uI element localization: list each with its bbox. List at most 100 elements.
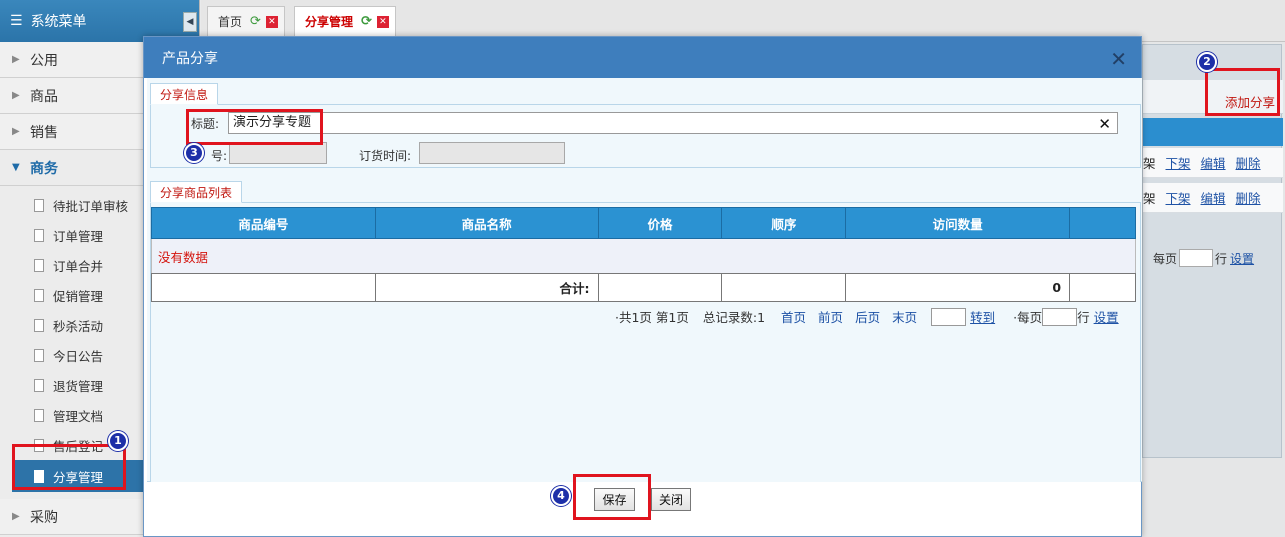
column-header: 价格	[597, 207, 723, 239]
collapse-sidebar-button[interactable]: ◀	[183, 12, 197, 32]
column-header: 商品名称	[374, 207, 599, 239]
pager: ·共1页 第1页 总记录数:1 首页 前页 后页 末页 转到 ·每页 行 设置	[615, 307, 1119, 326]
menu-icon: ☰	[10, 13, 23, 29]
edit-link[interactable]: 编辑	[1201, 188, 1226, 207]
next-page-link[interactable]: 后页	[855, 307, 880, 326]
first-page-link[interactable]: 首页	[781, 307, 806, 326]
section-tab-goods-list: 分享商品列表	[150, 181, 243, 203]
dialog-titlebar: 产品分享 ✕	[144, 37, 1141, 78]
close-label: 关闭	[658, 493, 683, 507]
table-row: 架 下架 编辑 删除	[1143, 183, 1283, 213]
annotation-badge-2: 2	[1197, 52, 1217, 72]
close-button[interactable]: 关闭	[651, 488, 691, 511]
sidebar-item-label: 秒杀活动	[53, 318, 104, 334]
category-label: 销售	[30, 124, 58, 141]
expand-arrow-icon: ▶	[12, 90, 20, 101]
close-icon[interactable]: ✕	[376, 15, 389, 28]
pager-summary: ·共1页 第1页	[615, 310, 689, 325]
background-table-header	[1143, 118, 1283, 146]
table-cell	[151, 273, 376, 302]
table-header-row: 商品编号 商品名称 价格 顺序 访问数量	[151, 207, 1136, 239]
delete-link[interactable]: 删除	[1236, 153, 1261, 172]
settings-link[interactable]: 设置	[1094, 307, 1119, 326]
category-label: 采购	[30, 509, 58, 526]
annotation-box-3	[186, 109, 323, 145]
annotation-badge-4: 4	[551, 486, 571, 506]
order-time-label: 订货时间:	[359, 149, 412, 163]
category-label: 商务	[30, 160, 58, 177]
column-header	[1069, 207, 1136, 239]
table-cell	[597, 273, 723, 302]
sidebar-item-label: 促销管理	[53, 288, 104, 304]
dialog-title: 产品分享	[162, 50, 218, 67]
row-text: 架	[1143, 191, 1156, 206]
background-pager: 每页 行 设置	[1143, 243, 1283, 273]
annotation-box-4	[573, 474, 651, 520]
sidebar-item-label: 今日公告	[53, 348, 104, 364]
tab-home[interactable]: 首页 ⟳ ✕	[207, 6, 285, 36]
annotation-box-1	[12, 444, 126, 490]
table-cell	[1069, 273, 1136, 302]
per-page-label: ·每页	[1013, 310, 1043, 325]
tab-label: 首页	[218, 15, 243, 29]
total-label: 合计:	[374, 273, 599, 302]
expand-arrow-icon: ▶	[12, 511, 20, 522]
column-header: 访问数量	[845, 207, 1071, 239]
document-icon	[34, 408, 44, 422]
document-icon	[34, 198, 44, 212]
pager-records: 总记录数:1	[702, 310, 766, 325]
edit-link[interactable]: 编辑	[1201, 153, 1226, 172]
category-label: 公用	[30, 52, 58, 69]
expand-arrow-icon: ▶	[12, 54, 20, 65]
rows-unit-label: 行	[1215, 251, 1228, 266]
close-icon[interactable]: ✕	[1110, 47, 1127, 71]
tab-label: 分享管理	[305, 15, 354, 29]
sidebar-item-label: 订单管理	[53, 228, 104, 244]
order-time-input[interactable]	[419, 142, 565, 164]
section-tab-share-info: 分享信息	[150, 83, 219, 105]
column-header: 顺序	[721, 207, 847, 239]
sidebar-item-label: 退货管理	[53, 378, 104, 394]
document-icon	[34, 228, 44, 242]
document-icon	[34, 288, 44, 302]
refresh-icon[interactable]: ⟳	[361, 14, 372, 29]
clear-input-icon[interactable]: ✕	[1098, 114, 1111, 134]
per-page-label: 每页	[1153, 251, 1178, 266]
sidebar-item-label: 待批订单审核	[53, 198, 129, 214]
per-page-input[interactable]	[1179, 249, 1214, 267]
table-row: 架 下架 编辑 删除	[1143, 148, 1283, 178]
sidebar-item-label: 管理文档	[53, 408, 104, 424]
row-text: 架	[1143, 156, 1156, 171]
refresh-icon[interactable]: ⟳	[250, 14, 261, 29]
total-visits: 0	[845, 273, 1071, 302]
category-label: 商品	[30, 88, 58, 105]
annotation-badge-1: 1	[108, 431, 128, 451]
tab-share-management[interactable]: 分享管理 ⟳ ✕	[294, 6, 396, 36]
document-icon	[34, 318, 44, 332]
collapse-arrow-icon: ▼	[12, 162, 20, 173]
table-cell	[721, 273, 847, 302]
goto-page-input[interactable]	[931, 307, 967, 326]
close-icon[interactable]: ✕	[265, 15, 278, 28]
rows-unit-label: 行	[1077, 310, 1090, 325]
settings-link[interactable]: 设置	[1230, 250, 1254, 267]
total-row: 合计: 0	[151, 273, 1136, 302]
annotation-box-2	[1205, 68, 1280, 116]
expand-arrow-icon: ▶	[12, 126, 20, 137]
delete-link[interactable]: 删除	[1236, 188, 1261, 207]
column-header: 商品编号	[151, 207, 376, 239]
prev-page-link[interactable]: 前页	[818, 307, 843, 326]
document-icon	[34, 258, 44, 272]
annotation-badge-3: 3	[184, 143, 204, 163]
title-input[interactable]: 演示分享专题 ✕	[228, 112, 1118, 134]
goods-table: 商品编号 商品名称 价格 顺序 访问数量 没有数据 合计: 0	[151, 207, 1136, 302]
last-page-link[interactable]: 末页	[892, 307, 917, 326]
code-input[interactable]	[229, 142, 327, 164]
sidebar-item-label: 订单合并	[53, 258, 104, 274]
per-page-input[interactable]	[1042, 307, 1078, 326]
document-icon	[34, 348, 44, 362]
offshelf-link[interactable]: 下架	[1166, 153, 1191, 172]
document-icon	[34, 378, 44, 392]
offshelf-link[interactable]: 下架	[1166, 188, 1191, 207]
goto-link[interactable]: 转到	[970, 307, 995, 326]
